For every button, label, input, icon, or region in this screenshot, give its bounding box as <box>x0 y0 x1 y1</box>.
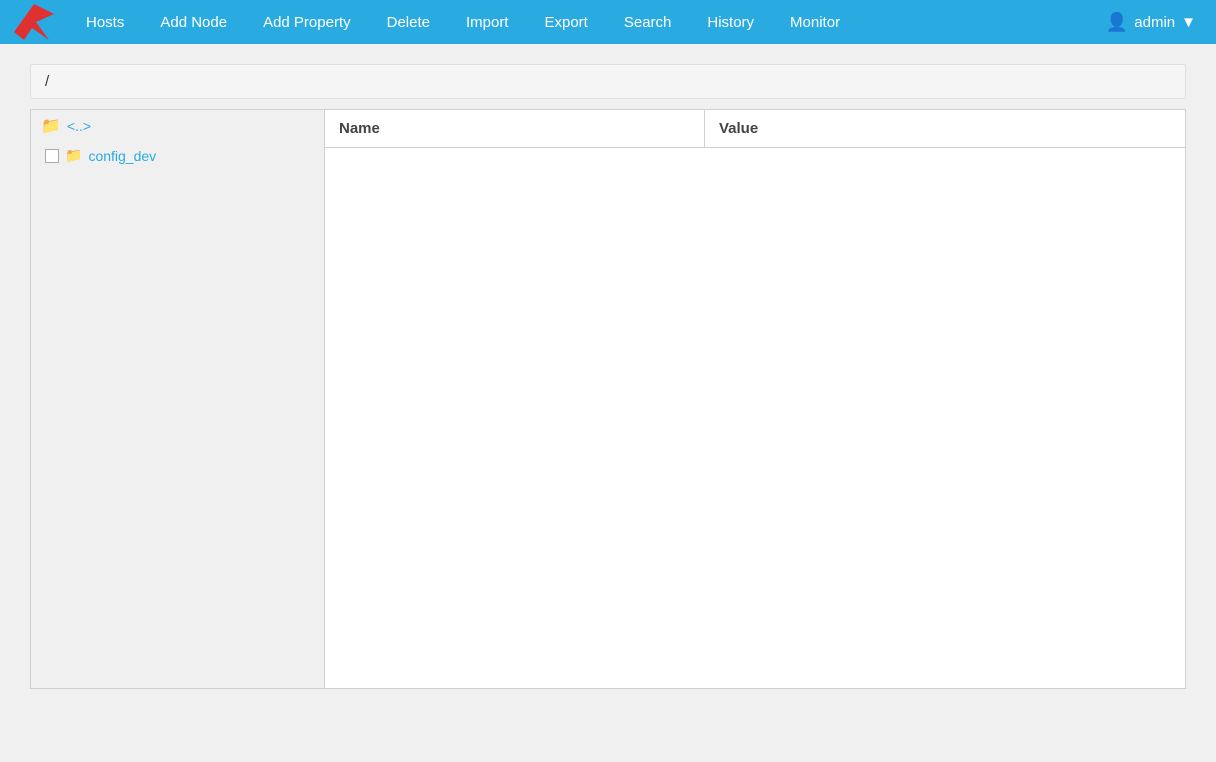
tree-root-item[interactable]: 📁 <..> <box>31 110 324 142</box>
user-avatar-icon: 👤 <box>1106 12 1128 33</box>
navbar: Hosts Add Node Add Property Delete Impor… <box>0 0 1216 44</box>
nav-history[interactable]: History <box>689 0 772 44</box>
table-header: Name Value <box>325 110 1185 148</box>
breadcrumb-path: / <box>45 73 49 90</box>
user-menu[interactable]: 👤 admin ▼ <box>1096 12 1206 33</box>
breadcrumb: / <box>30 64 1186 99</box>
main-content: 📁 <..> 📁 config_dev Name Value <box>30 109 1186 689</box>
tree-item-config-dev[interactable]: 📁 config_dev <box>31 142 324 169</box>
column-header-name: Name <box>325 110 705 147</box>
user-dropdown-icon: ▼ <box>1181 14 1196 31</box>
app-logo[interactable] <box>10 2 58 42</box>
nav-add-property[interactable]: Add Property <box>245 0 369 44</box>
folder-icon: 📁 <box>41 116 61 136</box>
folder-icon: 📁 <box>65 147 82 164</box>
nav-hosts[interactable]: Hosts <box>68 0 142 44</box>
nav-delete[interactable]: Delete <box>369 0 448 44</box>
table-body <box>325 148 1185 648</box>
nav-import[interactable]: Import <box>448 0 527 44</box>
tree-root-label: <..> <box>67 118 91 134</box>
tree-panel: 📁 <..> 📁 config_dev <box>30 109 325 689</box>
property-table-panel: Name Value <box>325 109 1186 689</box>
tree-item-label: config_dev <box>88 148 156 164</box>
nav-monitor[interactable]: Monitor <box>772 0 858 44</box>
tree-item-checkbox[interactable] <box>45 149 59 163</box>
nav-add-node[interactable]: Add Node <box>142 0 245 44</box>
column-header-value: Value <box>705 110 1185 147</box>
nav-export[interactable]: Export <box>526 0 605 44</box>
nav-menu: Hosts Add Node Add Property Delete Impor… <box>68 0 1096 44</box>
nav-search[interactable]: Search <box>606 0 690 44</box>
username-label: admin <box>1134 14 1175 31</box>
